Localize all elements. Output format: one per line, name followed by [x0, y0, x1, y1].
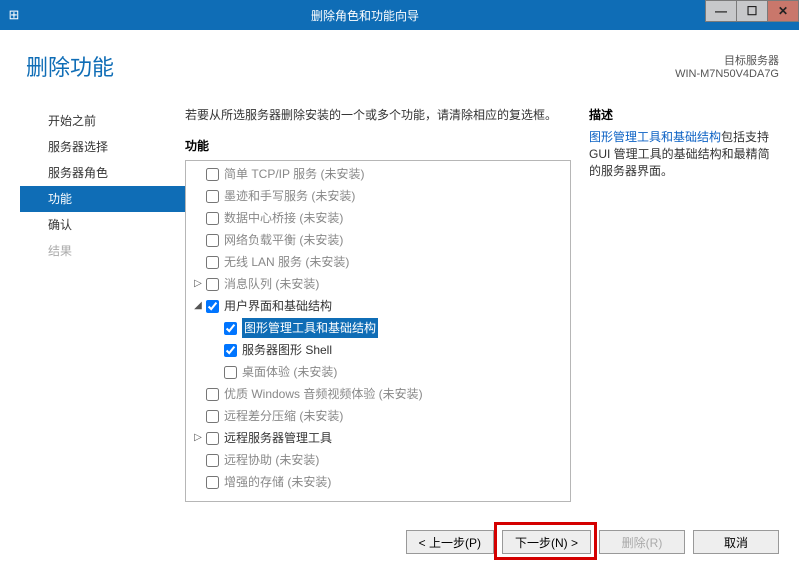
maximize-button[interactable]: ☐ [736, 0, 768, 22]
main-area: 若要从所选服务器删除安装的一个或多个功能，请清除相应的复选框。 功能 ▷简单 T… [185, 106, 779, 502]
expand-icon[interactable]: ▷ [192, 274, 204, 294]
collapse-icon[interactable]: ◢ [192, 296, 204, 316]
window-title: 删除角色和功能向导 [24, 7, 706, 24]
destination-value: WIN-M7N50V4DA7G [675, 68, 779, 80]
feature-label: 简单 TCP/IP 服务 (未安装) [224, 164, 364, 184]
button-bar: < 上一步(P) 下一步(N) > 删除(R) 取消 [406, 530, 779, 554]
feature-checkbox[interactable] [206, 432, 219, 445]
destination-label: 目标服务器 [675, 52, 779, 68]
tree-row[interactable]: ▷数据中心桥接 (未安装) [186, 207, 570, 229]
feature-checkbox[interactable] [206, 410, 219, 423]
tree-row[interactable]: ▷服务器图形 Shell [186, 339, 570, 361]
tree-row[interactable]: ▷增强的存储 (未安装) [186, 471, 570, 493]
app-icon: ⊞ [4, 7, 24, 23]
feature-label: 用户界面和基础结构 [224, 296, 332, 316]
feature-label: 桌面体验 (未安装) [242, 362, 337, 382]
main-row: 开始之前服务器选择服务器角色功能确认结果 若要从所选服务器删除安装的一个或多个功… [20, 106, 779, 502]
feature-checkbox[interactable] [206, 454, 219, 467]
page-title: 删除功能 [26, 50, 675, 82]
feature-label: 无线 LAN 服务 (未安装) [224, 252, 349, 272]
description-text: 图形管理工具和基础结构包括支持 GUI 管理工具的基础结构和最精简的服务器界面。 [589, 129, 779, 180]
feature-label: 图形管理工具和基础结构 [242, 318, 378, 338]
feature-label: 远程差分压缩 (未安装) [224, 406, 343, 426]
prev-button[interactable]: < 上一步(P) [406, 530, 494, 554]
tree-row[interactable]: ▷无线 LAN 服务 (未安装) [186, 251, 570, 273]
feature-checkbox[interactable] [224, 344, 237, 357]
features-label: 功能 [185, 137, 571, 154]
tree-row[interactable]: ▷网络负载平衡 (未安装) [186, 229, 570, 251]
sidebar-item-5: 结果 [20, 238, 185, 264]
next-button[interactable]: 下一步(N) > [502, 530, 591, 554]
feature-checkbox[interactable] [206, 278, 219, 291]
feature-checkbox[interactable] [206, 190, 219, 203]
sidebar-item-2[interactable]: 服务器角色 [20, 160, 185, 186]
page-header: 删除功能 目标服务器 WIN-M7N50V4DA7G [20, 42, 779, 106]
tree-row[interactable]: ▷图形管理工具和基础结构 [186, 317, 570, 339]
tree-row[interactable]: ▷ 远程服务器管理工具 [186, 427, 570, 449]
feature-checkbox[interactable] [224, 322, 237, 335]
feature-checkbox[interactable] [206, 388, 219, 401]
feature-checkbox[interactable] [206, 300, 219, 313]
feature-checkbox[interactable] [206, 256, 219, 269]
tree-row[interactable]: ▷远程差分压缩 (未安装) [186, 405, 570, 427]
feature-checkbox[interactable] [206, 476, 219, 489]
remove-button: 删除(R) [599, 530, 685, 554]
tree-row[interactable]: ▷优质 Windows 音频视频体验 (未安装) [186, 383, 570, 405]
destination-box: 目标服务器 WIN-M7N50V4DA7G [675, 52, 779, 80]
description-link[interactable]: 图形管理工具和基础结构 [589, 130, 721, 144]
feature-label: 远程协助 (未安装) [224, 450, 319, 470]
sidebar-item-1[interactable]: 服务器选择 [20, 134, 185, 160]
tree-row[interactable]: ▷墨迹和手写服务 (未安装) [186, 185, 570, 207]
feature-label: 增强的存储 (未安装) [224, 472, 331, 492]
cancel-button[interactable]: 取消 [693, 530, 779, 554]
feature-label: 消息队列 (未安装) [224, 274, 319, 294]
title-bar: ⊞ 删除角色和功能向导 — ☐ ✕ [0, 0, 799, 30]
feature-label: 远程服务器管理工具 [224, 428, 332, 448]
tree-row[interactable]: ▷简单 TCP/IP 服务 (未安装) [186, 163, 570, 185]
tree-row[interactable]: ▷ 消息队列 (未安装) [186, 273, 570, 295]
expand-icon[interactable]: ▷ [192, 428, 204, 448]
window-controls: — ☐ ✕ [706, 0, 799, 30]
wizard-sidebar: 开始之前服务器选择服务器角色功能确认结果 [20, 106, 185, 502]
description-column: 描述 图形管理工具和基础结构包括支持 GUI 管理工具的基础结构和最精简的服务器… [589, 106, 779, 502]
feature-label: 优质 Windows 音频视频体验 (未安装) [224, 384, 423, 404]
feature-checkbox[interactable] [206, 212, 219, 225]
features-tree[interactable]: ▷简单 TCP/IP 服务 (未安装)▷墨迹和手写服务 (未安装)▷数据中心桥接… [185, 160, 571, 502]
sidebar-item-3[interactable]: 功能 [20, 186, 185, 212]
close-button[interactable]: ✕ [767, 0, 799, 22]
sidebar-item-4[interactable]: 确认 [20, 212, 185, 238]
feature-label: 网络负载平衡 (未安装) [224, 230, 343, 250]
features-column: 若要从所选服务器删除安装的一个或多个功能，请清除相应的复选框。 功能 ▷简单 T… [185, 106, 571, 502]
intro-text: 若要从所选服务器删除安装的一个或多个功能，请清除相应的复选框。 [185, 106, 571, 123]
description-label: 描述 [589, 106, 779, 123]
tree-row[interactable]: ▷桌面体验 (未安装) [186, 361, 570, 383]
tree-row[interactable]: ◢ 用户界面和基础结构 [186, 295, 570, 317]
feature-label: 墨迹和手写服务 (未安装) [224, 186, 355, 206]
tree-row[interactable]: ▷远程协助 (未安装) [186, 449, 570, 471]
minimize-button[interactable]: — [705, 0, 737, 22]
feature-checkbox[interactable] [224, 366, 237, 379]
sidebar-item-0[interactable]: 开始之前 [20, 108, 185, 134]
feature-label: 数据中心桥接 (未安装) [224, 208, 343, 228]
feature-checkbox[interactable] [206, 234, 219, 247]
feature-checkbox[interactable] [206, 168, 219, 181]
feature-label: 服务器图形 Shell [242, 340, 332, 360]
content-area: 删除功能 目标服务器 WIN-M7N50V4DA7G 开始之前服务器选择服务器角… [0, 30, 799, 570]
